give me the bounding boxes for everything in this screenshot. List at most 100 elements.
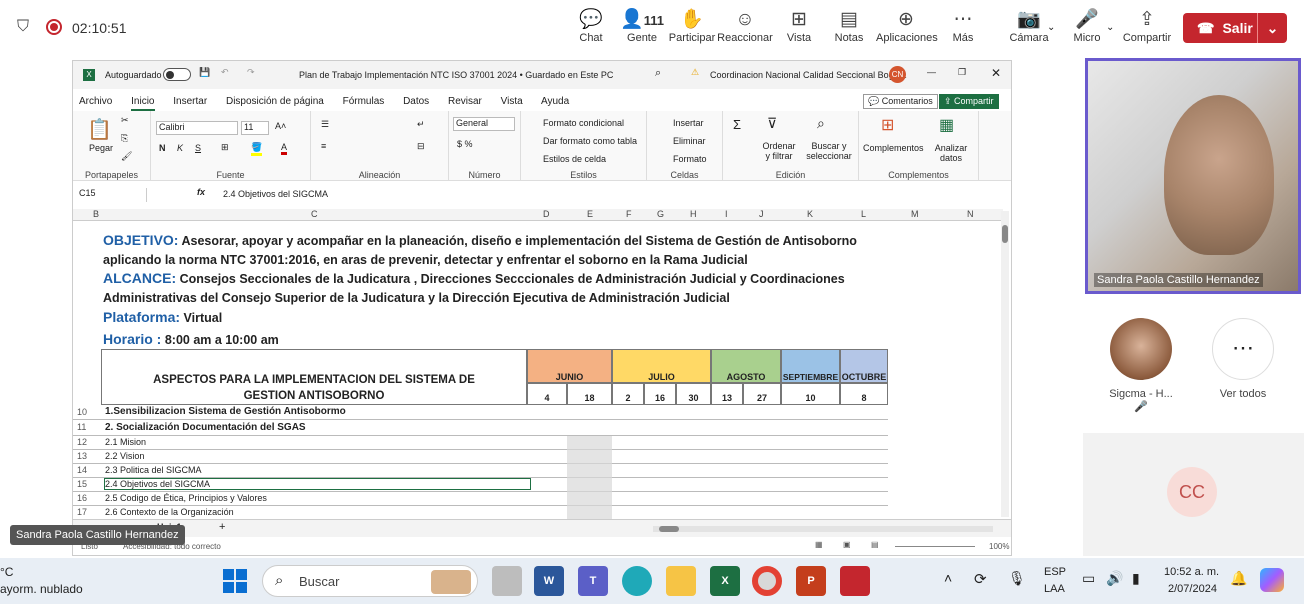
display-icon[interactable]: ▭ (1082, 570, 1095, 587)
format-cells-button[interactable]: Formato (673, 154, 707, 164)
snipping-tool-icon[interactable] (840, 566, 870, 596)
wrap-text-icon[interactable]: ↵ (417, 119, 425, 130)
account-name[interactable]: Coordinacion Nacional Calidad Seccional … (710, 70, 906, 80)
fill-color-icon[interactable]: 🪣 (251, 142, 263, 156)
table-row[interactable]: 15 2.4 Objetivos del SIGCMA (73, 478, 888, 492)
tab-archivo[interactable]: Archivo (79, 96, 112, 107)
table-row[interactable]: 10 1.Sensibilizacion Sistema de Gestión A… (73, 405, 888, 420)
mic-icon[interactable]: 🎙 (1008, 570, 1026, 587)
sync-icon[interactable]: ⟳ (974, 570, 987, 588)
battery-icon[interactable]: ▮ (1132, 570, 1140, 587)
self-view-tile[interactable]: CC (1083, 433, 1304, 556)
chrome-icon[interactable] (752, 566, 782, 596)
save-icon[interactable]: 💾 (199, 67, 210, 78)
avatar[interactable]: CN (889, 66, 906, 83)
search-icon[interactable]: ⌕ (655, 67, 661, 80)
chevron-down-icon[interactable]: ⌄ (1257, 13, 1287, 43)
file-explorer-task-icon[interactable] (492, 566, 522, 596)
edge-icon[interactable] (622, 566, 652, 596)
table-row[interactable]: 17 2.6 Contexto de la Organización (73, 506, 888, 520)
react-button[interactable]: ☺ Reaccionar (715, 8, 775, 44)
redo-icon[interactable]: ↷ (247, 67, 255, 78)
borders-icon[interactable]: ⊞ (221, 142, 229, 153)
chevron-down-icon[interactable]: ⌄ (1106, 22, 1114, 33)
sort-filter-icon[interactable]: ⊽ (767, 115, 777, 132)
analyze-data-icon[interactable]: ▦ (939, 115, 954, 135)
zoom-level[interactable]: 100% (989, 542, 1009, 551)
copilot-icon[interactable] (1260, 568, 1284, 592)
underline-icon[interactable]: S (195, 143, 201, 153)
apps-button[interactable]: ⊕ Aplicaciones (876, 8, 938, 44)
currency-icon[interactable]: $ % (457, 139, 473, 149)
notes-button[interactable]: ▤ Notas (819, 8, 879, 44)
view-all-tile[interactable]: ⋯ Ver todos (1201, 318, 1285, 408)
share-button[interactable]: ⇪ Compartir (1117, 8, 1177, 44)
tab-ayuda[interactable]: Ayuda (541, 96, 569, 107)
horizontal-scrollbar[interactable] (653, 526, 993, 532)
document-title[interactable]: Plan de Trabajo Implementación NTC ISO 3… (299, 70, 613, 80)
weather-text[interactable]: ayorm. nublado (0, 582, 83, 596)
language-indicator[interactable]: ESP (1044, 566, 1066, 578)
close-icon[interactable]: ✕ (991, 66, 1001, 80)
bold-icon[interactable]: N (159, 143, 166, 153)
format-painter-icon[interactable]: 🖌 (121, 151, 132, 162)
table-row[interactable]: 16 2.5 Codigo de Ética, Principios y Valo… (73, 492, 888, 506)
chevron-down-icon[interactable]: ⌄ (1047, 22, 1055, 33)
teams-icon[interactable]: T (578, 566, 608, 596)
notification-icon[interactable]: 🔔 (1230, 570, 1247, 587)
normal-view-icon[interactable]: ▦ (815, 540, 823, 549)
autosum-icon[interactable]: Σ (733, 117, 741, 132)
folder-icon[interactable] (666, 566, 696, 596)
table-row[interactable]: 11 2. Socialización Documentación del SGA… (73, 420, 888, 436)
zoom-slider[interactable] (895, 546, 975, 547)
undo-icon[interactable]: ↶ (221, 67, 229, 78)
tab-formulas[interactable]: Fórmulas (343, 96, 385, 107)
excel-icon[interactable]: X (710, 566, 740, 596)
powerpoint-icon[interactable]: P (796, 566, 826, 596)
italic-icon[interactable]: K (177, 143, 183, 153)
tab-inicio[interactable]: Inicio (131, 96, 155, 111)
leave-button[interactable]: ☎ Salir ⌄ (1183, 13, 1287, 43)
formula-input[interactable]: 2.4 Objetivos del SIGCMA (223, 189, 993, 199)
font-color-icon[interactable]: A (281, 142, 288, 155)
more-button[interactable]: ⋯ Más (933, 8, 993, 44)
raise-hand-button[interactable]: ✋ Participar (662, 8, 722, 44)
search-box[interactable]: ⌕ Buscar (262, 565, 478, 597)
format-as-table-button[interactable]: Dar formato como tabla (543, 136, 637, 146)
clock-time[interactable]: 10:52 a. m. (1164, 566, 1219, 578)
chevron-up-icon[interactable]: ˄ (944, 570, 952, 586)
vertical-scrollbar[interactable] (1001, 211, 1009, 517)
font-name-select[interactable]: Calibri (156, 121, 238, 135)
font-size-select[interactable]: 11 (241, 121, 269, 135)
table-row[interactable]: 14 2.3 Politica del SIGCMA (73, 464, 888, 478)
insert-cells-button[interactable]: Insertar (673, 118, 704, 128)
volume-icon[interactable]: 🔊 (1106, 570, 1123, 587)
align-left-icon[interactable]: ≡ (321, 141, 326, 151)
maximize-icon[interactable]: ❐ (958, 67, 966, 78)
copy-icon[interactable]: ⎘ (121, 133, 128, 144)
main-video-tile[interactable]: Sandra Paola Castillo Hernandez (1085, 58, 1301, 294)
start-icon[interactable] (223, 569, 247, 593)
find-icon[interactable]: ⌕ (817, 115, 825, 132)
addins-icon[interactable]: ⊞ (881, 115, 894, 135)
grow-font-icon[interactable]: A˄ (275, 121, 286, 131)
spreadsheet-grid[interactable]: B C D E F G H I J K L M N OBJETIVO: Ases… (73, 209, 1003, 520)
page-break-icon[interactable]: ▤ (871, 540, 879, 549)
comments-button[interactable]: 💬 Comentarios (863, 94, 938, 109)
tab-datos[interactable]: Datos (403, 96, 429, 107)
tab-vista[interactable]: Vista (501, 96, 523, 107)
clock-date[interactable]: 2/07/2024 (1168, 583, 1217, 595)
cut-icon[interactable]: ✂ (121, 115, 129, 126)
name-box[interactable]: C15 (79, 188, 147, 202)
delete-cells-button[interactable]: Eliminar (673, 136, 706, 146)
share-excel-button[interactable]: ⇪ Compartir (939, 94, 999, 109)
page-layout-icon[interactable]: ▣ (843, 540, 851, 549)
participant-tile[interactable]: Sigcma - H... 🎤 (1101, 318, 1181, 413)
align-top-icon[interactable]: ☰ (321, 119, 329, 130)
minimize-icon[interactable]: — (927, 67, 936, 77)
conditional-format-button[interactable]: Formato condicional (543, 118, 624, 128)
paste-icon[interactable]: 📋 (87, 117, 112, 142)
add-sheet-icon[interactable]: + (219, 521, 225, 533)
tab-insertar[interactable]: Insertar (173, 96, 207, 107)
merge-center-icon[interactable]: ⊟ (417, 141, 425, 152)
